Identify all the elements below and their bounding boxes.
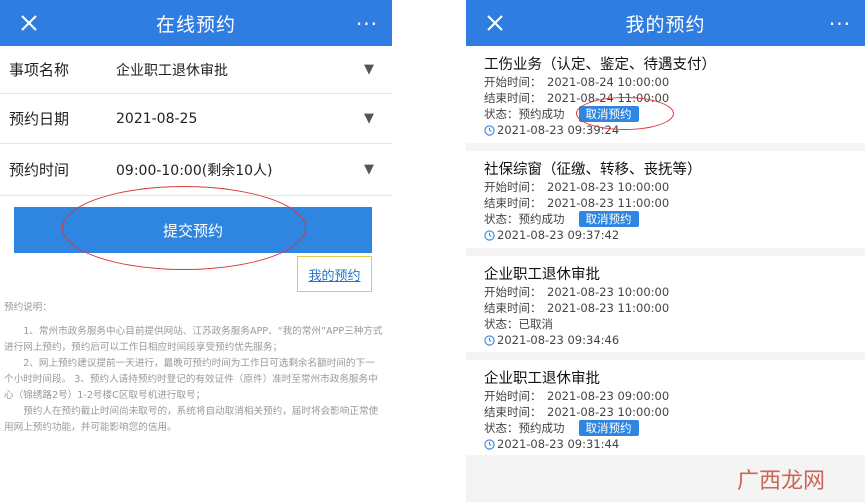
start-time-line: 开始时间： 2021-08-23 09:00:00 [484, 388, 865, 404]
end-time-line: 结束时间： 2021-08-23 11:00:00 [484, 195, 865, 211]
status-value: 预约成功 [518, 107, 565, 121]
start-time-value: 2021-08-23 10:00:00 [547, 180, 670, 194]
status-value: 预约成功 [518, 212, 565, 226]
start-time-label: 开始时间： [484, 75, 542, 89]
close-icon[interactable] [16, 10, 42, 36]
page-title: 我的预约 [625, 13, 706, 36]
status-line: 状态： 预约成功 取消预约 [484, 106, 865, 122]
status-label: 状态： [484, 317, 519, 331]
created-time-line: 2021-08-23 09:34:46 [484, 332, 865, 349]
end-time-line: 结束时间： 2021-08-23 10:00:00 [484, 404, 865, 420]
status-label: 状态： [484, 107, 519, 121]
more-icon[interactable]: ··· [356, 14, 378, 34]
end-time-line: 结束时间： 2021-08-24 11:00:00 [484, 90, 865, 106]
annotation-circle [576, 97, 674, 130]
start-time-label: 开始时间： [484, 285, 542, 299]
start-time-value: 2021-08-23 09:00:00 [547, 389, 670, 403]
notice-paragraph: 预约人在预约截止时间尚未取号的，系统将自动取消相关预约，届时将会影响正常使用网上… [4, 406, 379, 433]
status-line: 状态： 预约成功 取消预约 [484, 420, 865, 436]
appointment-card[interactable]: 社保综窗（征缴、转移、丧抚等） 开始时间： 2021-08-23 10:00:00… [466, 151, 865, 248]
start-time-label: 开始时间： [484, 389, 542, 403]
navbar: 我的预约 ··· [466, 0, 865, 46]
appointment-title: 工伤业务（认定、鉴定、待遇支付） [484, 57, 716, 73]
navbar: 在线预约 ··· [0, 0, 392, 46]
appointment-title: 社保综窗（征缴、转移、丧抚等） [484, 162, 702, 178]
start-time-line: 开始时间： 2021-08-23 10:00:00 [484, 284, 865, 300]
appointment-date-value: 2021-08-25 [116, 110, 198, 127]
status-label: 状态： [484, 421, 519, 435]
created-time-line: 2021-08-23 09:39:24 [484, 122, 865, 139]
created-time-value: 2021-08-23 09:31:44 [497, 437, 620, 451]
status-label: 状态： [484, 212, 519, 226]
dropdown-icon[interactable]: ▼ [364, 162, 374, 177]
booking-notice: 预约说明： 1、常州市政务服务中心目前提供网站、江苏政务服务APP、“我的常州”… [4, 300, 384, 436]
appointment-card[interactable]: 工伤业务（认定、鉴定、待遇支付） 开始时间： 2021-08-24 10:00:0… [466, 46, 865, 143]
start-time-line: 开始时间： 2021-08-24 10:00:00 [484, 74, 865, 90]
end-time-value: 2021-08-23 11:00:00 [547, 196, 670, 210]
clock-icon [484, 335, 495, 346]
my-appointments-screen: 我的预约 ··· 工伤业务（认定、鉴定、待遇支付） 开始时间： 2021-08-2… [466, 0, 865, 502]
start-time-value: 2021-08-23 10:00:00 [547, 285, 670, 299]
appointment-card[interactable]: 企业职工退休审批 开始时间： 2021-08-23 10:00:00 结束时间： 2… [466, 256, 865, 352]
notice-title: 预约说明： [4, 302, 52, 313]
notice-paragraph: 1、常州市政务服务中心目前提供网站、江苏政务服务APP、“我的常州”APP三种方… [4, 326, 383, 353]
cancel-appointment-button[interactable]: 取消预约 [578, 211, 639, 227]
end-time-label: 结束时间： [484, 301, 542, 315]
end-time-label: 结束时间： [484, 196, 542, 210]
my-appointments-link[interactable]: 我的预约 [308, 265, 360, 284]
status-line: 状态： 预约成功 取消预约 [484, 211, 865, 227]
item-name-row[interactable]: 事项名称 企业职工退休审批 ▼ [0, 46, 392, 94]
appointment-date-row[interactable]: 预约日期 2021-08-25 ▼ [0, 94, 392, 144]
status-value: 已取消 [518, 317, 554, 331]
clock-icon [484, 125, 495, 136]
notice-paragraph: 2、网上预约建议提前一天进行，最晚可预约时间为工作日可选剩余名额时间的下一个小时… [4, 358, 378, 401]
created-time-value: 2021-08-23 09:34:46 [497, 333, 620, 347]
appointment-card[interactable]: 企业职工退休审批 开始时间： 2021-08-23 09:00:00 结束时间： 2… [466, 360, 865, 455]
appointment-title: 企业职工退休审批 [484, 267, 600, 283]
booking-screen: 在线预约 ··· 事项名称 企业职工退休审批 ▼ 预约日期 2021-08-25… [0, 0, 392, 502]
start-time-line: 开始时间： 2021-08-23 10:00:00 [484, 179, 865, 195]
item-name-value: 企业职工退休审批 [116, 62, 228, 79]
page-title: 在线预约 [155, 13, 236, 36]
dropdown-icon[interactable]: ▼ [364, 62, 374, 77]
end-time-line: 结束时间： 2021-08-23 11:00:00 [484, 300, 865, 316]
item-name-label: 事项名称 [9, 61, 70, 79]
dropdown-icon[interactable]: ▼ [364, 111, 374, 126]
my-appointments-highlight: 我的预约 [297, 256, 372, 292]
status-value: 预约成功 [518, 421, 565, 435]
appointment-date-label: 预约日期 [9, 110, 70, 128]
close-icon[interactable] [482, 10, 508, 36]
status-line: 状态： 已取消 [484, 316, 865, 332]
end-time-label: 结束时间： [484, 91, 542, 105]
start-time-value: 2021-08-24 10:00:00 [547, 75, 670, 89]
appointment-time-value: 09:00-10:00(剩余10人) [116, 162, 273, 179]
watermark-logo: 广西龙网 [737, 469, 826, 494]
appointment-time-label: 预约时间 [9, 161, 70, 179]
end-time-label: 结束时间： [484, 405, 542, 419]
created-time-line: 2021-08-23 09:31:44 [484, 436, 865, 453]
end-time-value: 2021-08-23 10:00:00 [547, 405, 670, 419]
start-time-label: 开始时间： [484, 180, 542, 194]
more-icon[interactable]: ··· [829, 14, 851, 34]
end-time-value: 2021-08-23 11:00:00 [547, 301, 670, 315]
appointment-title: 企业职工退休审批 [484, 371, 600, 387]
created-time-value: 2021-08-23 09:37:42 [497, 228, 620, 242]
created-time-line: 2021-08-23 09:37:42 [484, 227, 865, 244]
annotation-circle [62, 186, 306, 270]
clock-icon [484, 230, 495, 241]
clock-icon [484, 439, 495, 450]
cancel-appointment-button[interactable]: 取消预约 [578, 420, 639, 436]
